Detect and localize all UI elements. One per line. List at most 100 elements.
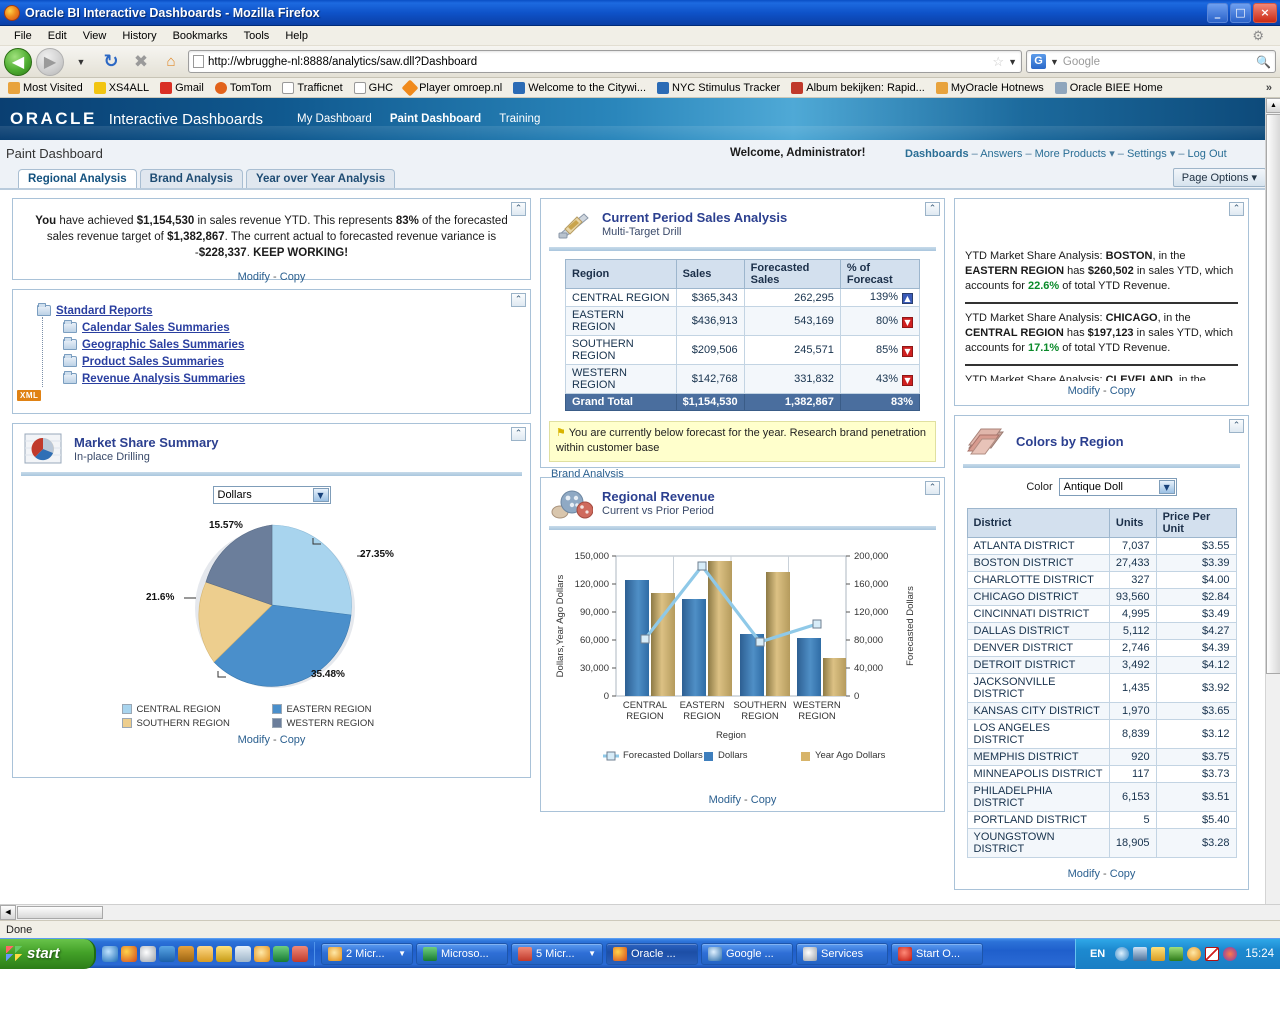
tree-root-row[interactable]: Standard Reports: [37, 302, 530, 319]
table-row[interactable]: WESTERN REGION $142,768 331,832 43% ▼: [565, 364, 921, 394]
col-units[interactable]: Units: [1108, 508, 1157, 538]
table-row[interactable]: CINCINNATI DISTRICT 4,995 $3.49: [966, 605, 1237, 623]
bookmark-player-omroep[interactable]: Player omroep.nl: [400, 79, 506, 96]
menu-history[interactable]: History: [114, 28, 164, 44]
task-google[interactable]: Google ...: [701, 942, 793, 965]
warning-icon[interactable]: [1151, 946, 1166, 961]
copy-link[interactable]: Copy: [280, 734, 306, 746]
table-row[interactable]: DENVER DISTRICT 2,746 $4.39: [966, 639, 1237, 657]
page-options-button[interactable]: Page Options ▾: [1172, 168, 1266, 187]
excel-icon[interactable]: [273, 945, 289, 962]
bookmark-most-visited[interactable]: Most Visited: [4, 81, 87, 95]
menu-view[interactable]: View: [75, 28, 115, 44]
narrative-modify-copy[interactable]: Modify - Copy: [13, 267, 530, 289]
dashboard-tabs[interactable]: Regional Analysis Brand Analysis Year ov…: [0, 166, 1280, 188]
more-products-chevron-down-icon[interactable]: ▾: [1106, 148, 1115, 160]
app-icon[interactable]: [178, 945, 194, 962]
stop-icon[interactable]: ✖: [128, 49, 154, 75]
star-icon[interactable]: ☆: [992, 54, 1004, 70]
col-region[interactable]: Region: [565, 259, 677, 289]
page-vertical-scrollbar[interactable]: ▲ ▼: [1265, 98, 1280, 920]
home-icon[interactable]: ⌂: [158, 49, 184, 75]
task-start-o[interactable]: Start O...: [891, 942, 983, 965]
search-bar[interactable]: G ▼ Google 🔍: [1026, 50, 1276, 73]
cell-region[interactable]: SOUTHERN REGION: [565, 335, 677, 365]
browser-menubar[interactable]: File Edit View History Bookmarks Tools H…: [0, 26, 1280, 46]
market-share-modify-copy[interactable]: Modify - Copy: [13, 730, 530, 752]
colors-modify-copy[interactable]: Modify - Copy: [955, 858, 1248, 886]
collapse-icon[interactable]: ⌃: [511, 427, 526, 441]
gear-icon[interactable]: ⚙: [1244, 26, 1272, 46]
taskbar-tasks[interactable]: 2 Micr... ▼ Microso... 5 Micr... ▼ Oracle …: [315, 942, 1075, 965]
close-button[interactable]: ×: [1253, 2, 1277, 23]
bookmarks-bar[interactable]: Most Visited XS4ALL Gmail TomTom Traffic…: [0, 78, 1280, 98]
bookmark-gmail[interactable]: Gmail: [156, 81, 208, 95]
tree-link-revenue-analysis-summaries[interactable]: Revenue Analysis Summaries: [82, 373, 245, 385]
modify-link[interactable]: Modify: [709, 794, 741, 806]
language-indicator[interactable]: EN: [1084, 948, 1111, 960]
tree-link-calendar-sales-summaries[interactable]: Calendar Sales Summaries: [82, 322, 230, 334]
table-row[interactable]: ATLANTA DISTRICT 7,037 $3.55: [966, 537, 1237, 555]
color-select[interactable]: Antique Doll ▼: [1058, 478, 1177, 496]
minimize-button[interactable]: _: [1207, 2, 1228, 23]
block-icon[interactable]: [1205, 946, 1220, 961]
menu-bookmarks[interactable]: Bookmarks: [165, 28, 236, 44]
link-answers[interactable]: Answers: [980, 148, 1022, 160]
key-icon[interactable]: [216, 945, 232, 962]
system-tray[interactable]: EN 15:24: [1074, 938, 1280, 969]
scroll-up-icon[interactable]: ▲: [1266, 98, 1280, 113]
bookmark-oracle-biee-home[interactable]: Oracle BIEE Home: [1051, 81, 1167, 95]
start-button[interactable]: start: [0, 938, 96, 969]
table-row[interactable]: EASTERN REGION $436,913 543,169 80% ▼: [565, 306, 921, 336]
regional-revenue-modify-copy[interactable]: Modify - Copy: [541, 784, 944, 812]
services-icon[interactable]: [140, 945, 156, 962]
menu-edit[interactable]: Edit: [40, 28, 75, 44]
modify-link[interactable]: Modify: [238, 271, 270, 283]
modify-link[interactable]: Modify: [238, 734, 270, 746]
link-settings[interactable]: Settings: [1127, 148, 1167, 160]
table-row[interactable]: CENTRAL REGION $365,343 262,295 139% ▲: [565, 288, 921, 307]
maximize-button[interactable]: □: [1230, 2, 1251, 23]
copy-link[interactable]: Copy: [1110, 868, 1136, 880]
task-2-micr[interactable]: 2 Micr... ▼: [321, 942, 413, 965]
forward-button[interactable]: ▶: [36, 47, 64, 76]
table-row[interactable]: BOSTON DISTRICT 27,433 $3.39: [966, 554, 1237, 572]
tab-regional-analysis[interactable]: Regional Analysis: [18, 169, 137, 188]
bookmark-citywide[interactable]: Welcome to the Citywi...: [509, 81, 650, 95]
bookmark-ghc[interactable]: GHC: [350, 81, 397, 95]
tree-link-product-sales-summaries[interactable]: Product Sales Summaries: [82, 356, 224, 368]
shield-icon[interactable]: [1169, 946, 1184, 961]
link-more-products[interactable]: More Products: [1035, 148, 1107, 160]
tree-child-row[interactable]: Geographic Sales Summaries: [63, 336, 530, 353]
top-links[interactable]: Dashboards – Answers – More Products ▾ –…: [905, 147, 1227, 160]
bookmark-album[interactable]: Album bekijken: Rapid...: [787, 81, 929, 95]
media-icon[interactable]: [254, 945, 270, 962]
folder-icon[interactable]: [197, 945, 213, 962]
tab-year-over-year-analysis[interactable]: Year over Year Analysis: [245, 169, 396, 188]
col-price-per-unit[interactable]: Price Per Unit: [1155, 508, 1237, 538]
scroll-thumb[interactable]: [17, 906, 103, 919]
bookmark-xs4all[interactable]: XS4ALL: [90, 81, 153, 95]
xml-badge-icon[interactable]: XML: [17, 390, 42, 401]
tree-child-row[interactable]: Revenue Analysis Summaries: [63, 370, 530, 387]
url-text[interactable]: http://wbrugghe-nl:8888/analytics/saw.dl…: [208, 56, 988, 68]
table-row[interactable]: PHILADELPHIA DISTRICT 6,153 $3.51: [966, 782, 1237, 812]
tab-brand-analysis[interactable]: Brand Analysis: [139, 169, 243, 188]
chevron-down-icon[interactable]: ▼: [68, 49, 94, 75]
powerpoint-icon[interactable]: [292, 945, 308, 962]
table-row[interactable]: MINNEAPOLIS DISTRICT 117 $3.73: [966, 765, 1237, 783]
copy-link[interactable]: Copy: [1110, 385, 1136, 397]
collapse-icon[interactable]: ⌃: [1229, 202, 1244, 216]
media-icon[interactable]: [1187, 946, 1202, 961]
table-row[interactable]: YOUNGSTOWN DISTRICT 18,905 $3.28: [966, 828, 1237, 858]
table-row[interactable]: CHARLOTTE DISTRICT 327 $4.00: [966, 571, 1237, 589]
url-chevron-down-icon[interactable]: ▼: [1008, 57, 1017, 67]
outlook-icon[interactable]: [159, 945, 175, 962]
table-row[interactable]: DALLAS DISTRICT 5,112 $4.27: [966, 622, 1237, 640]
bookmarks-overflow-icon[interactable]: »: [1266, 82, 1276, 94]
firefox-icon[interactable]: [121, 945, 137, 962]
collapse-icon[interactable]: ⌃: [925, 202, 940, 216]
search-input[interactable]: Google: [1063, 56, 1252, 68]
col-forecasted-sales[interactable]: Forecasted Sales: [743, 259, 841, 289]
collapse-icon[interactable]: ⌃: [1229, 419, 1244, 433]
